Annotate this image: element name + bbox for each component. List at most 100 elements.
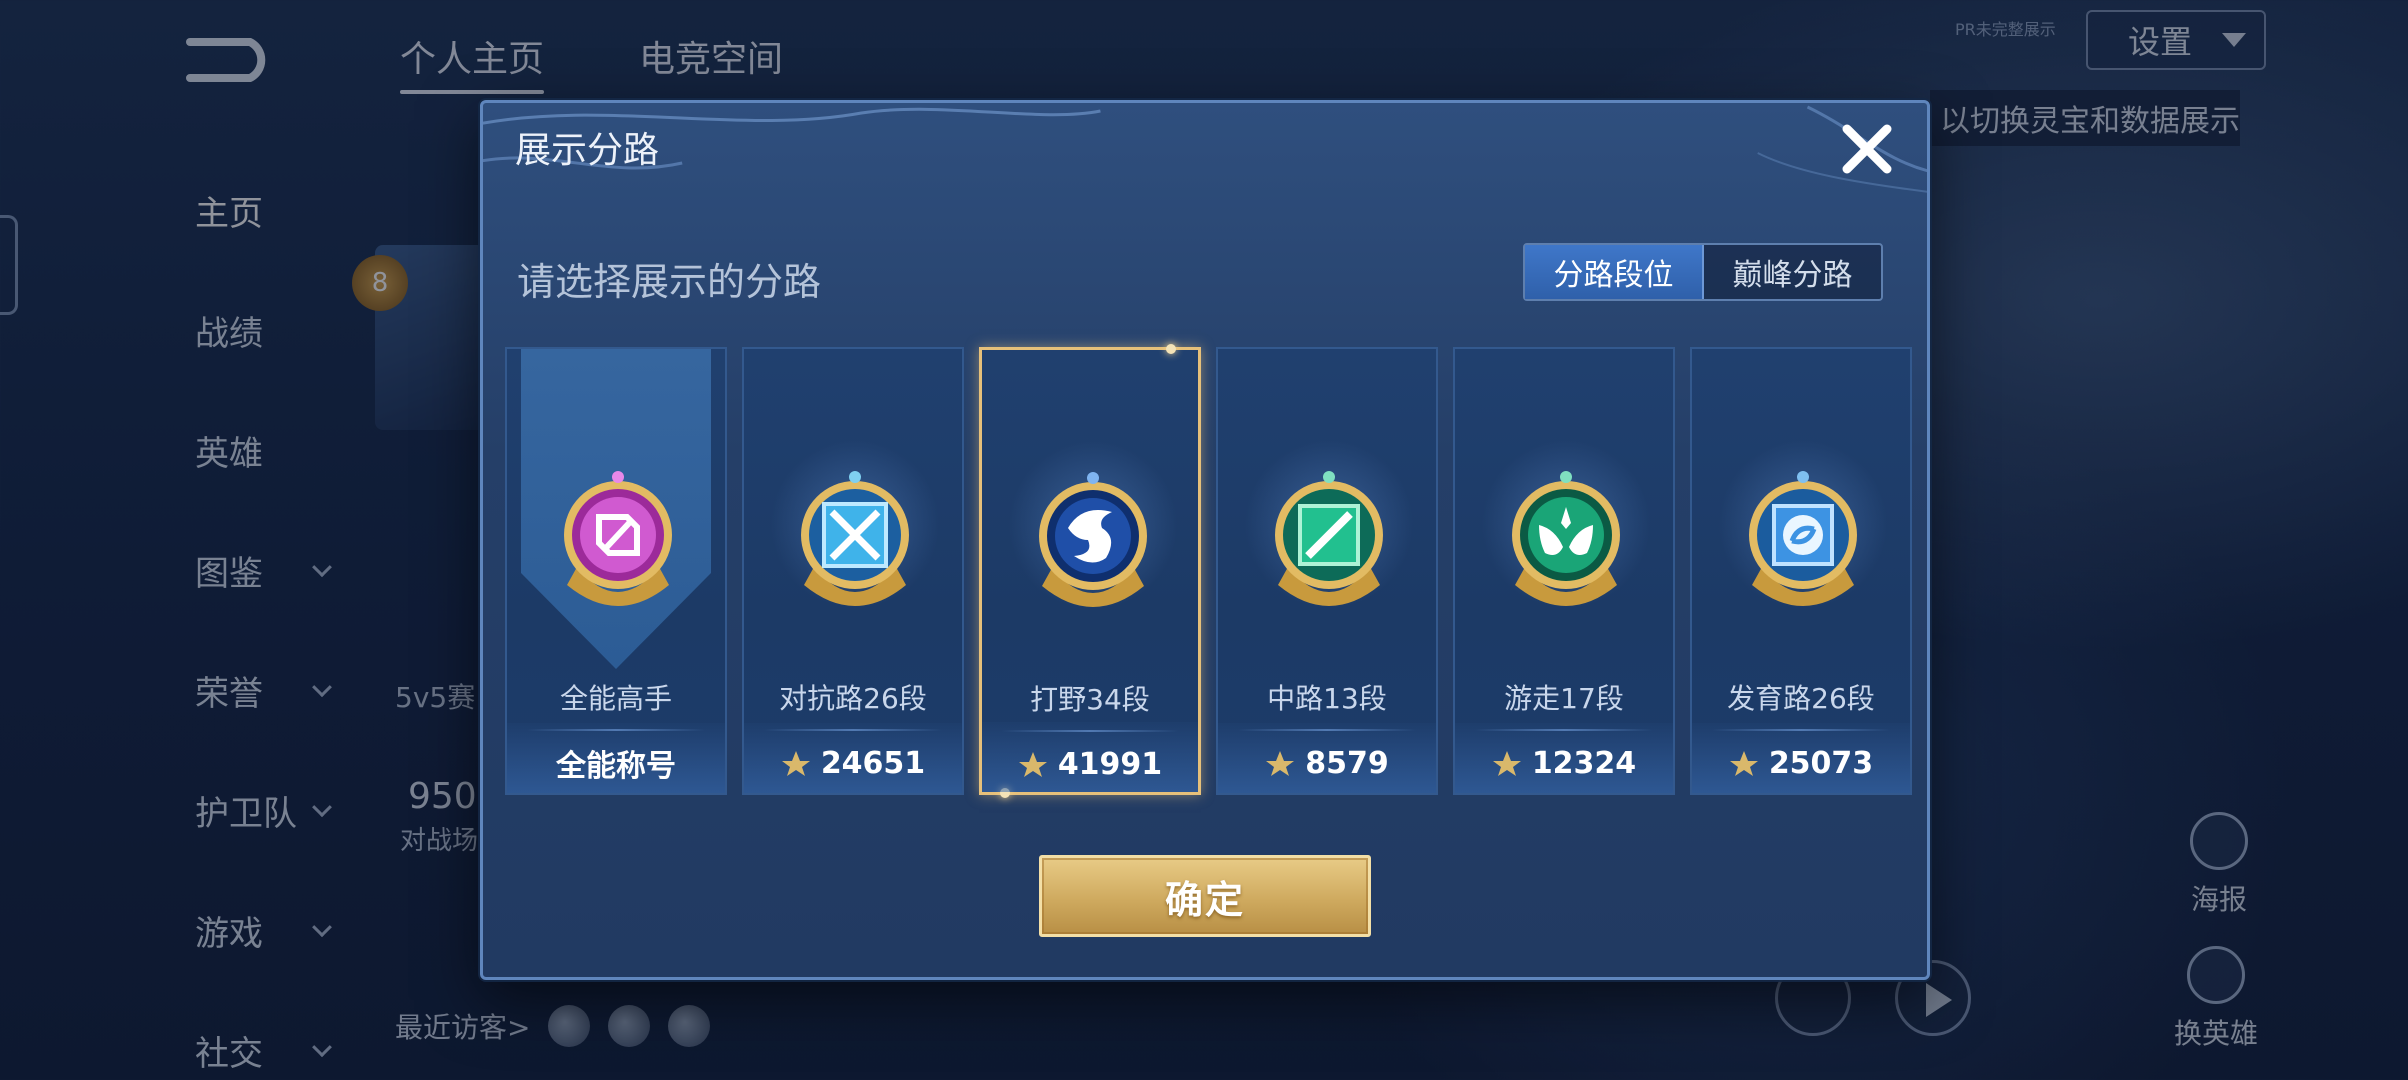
divider (527, 729, 705, 731)
lane-card-name: 发育路26段 (1727, 682, 1875, 715)
poster-icon (2190, 812, 2248, 870)
recent-visitors[interactable]: 最近访客> (395, 1005, 711, 1047)
top-tabs: 个人主页 电竞空间 (400, 30, 783, 94)
stat-number: 950 (408, 776, 477, 817)
sidebar-item-heroes[interactable]: 英雄 (110, 390, 350, 510)
divider (1712, 729, 1890, 731)
poster-button[interactable]: 海报 (2190, 812, 2248, 918)
divider (1002, 730, 1178, 732)
mid-lane-emblem-icon (1268, 467, 1390, 607)
lane-card-value: 41991 (982, 742, 1198, 786)
chevron-down-icon (312, 917, 332, 938)
lane-card-roam[interactable]: 游走17段 12324 (1453, 347, 1675, 795)
tab-esports[interactable]: 电竞空间 (639, 30, 783, 94)
rank-points-icon (1265, 749, 1295, 777)
tip-banner: 以切换灵宝和数据展示 (1930, 90, 2240, 146)
rank-points-icon (1018, 750, 1048, 778)
visitors-label: 最近访客> (395, 1011, 531, 1044)
tab-profile[interactable]: 个人主页 (400, 30, 544, 94)
farm-lane-emblem-icon (1742, 467, 1864, 607)
divider (1238, 729, 1416, 731)
lane-card-name: 打野34段 (1030, 683, 1150, 716)
sidebar-item-label: 游戏 (195, 913, 263, 954)
avatar[interactable] (608, 1005, 651, 1047)
sidebar-item-label: 主页 (195, 193, 263, 234)
lane-card-value: 25073 (1692, 741, 1910, 785)
dialog-header: 展示分路 (483, 103, 1927, 193)
sidebar-item-codex[interactable]: 图鉴 (110, 510, 350, 630)
toggle-lane-rank[interactable]: 分路段位 (1525, 245, 1704, 299)
lane-card-list: 全能高手 全能称号 对抗路26段 24651 打野34段 41991 中路13段… (505, 344, 1913, 798)
stat-label: 对战场 (400, 826, 479, 856)
lane-card-jungle[interactable]: 打野34段 41991 (979, 344, 1201, 798)
confirm-button[interactable]: 确定 (1039, 855, 1371, 937)
lane-card-value: 24651 (744, 741, 962, 785)
lane-card-name: 游走17段 (1504, 682, 1624, 715)
sidebar: 主页 战绩 英雄 图鉴 荣誉 护卫队 游戏 社交 (110, 150, 350, 1080)
lane-display-dialog: 展示分路 请选择展示的分路 分路段位 巅峰分路 全能高手 全能称号 对抗路26段… (480, 100, 1930, 980)
roam-emblem-icon (1505, 467, 1627, 607)
sidebar-item-label: 社交 (195, 1033, 263, 1074)
all-round-emblem-icon (557, 467, 679, 607)
lane-card-value: 8579 (1218, 741, 1436, 785)
sidebar-item-guard[interactable]: 护卫队 (110, 750, 350, 870)
lane-card-name: 对抗路26段 (779, 682, 927, 715)
divider (1475, 729, 1653, 731)
rank-points-icon (781, 749, 811, 777)
level-badge: 8 (352, 255, 408, 311)
lane-card-value: 全能称号 (507, 741, 725, 785)
lane-card-clash[interactable]: 对抗路26段 24651 (742, 347, 964, 795)
highlight-dot (1000, 788, 1010, 798)
change-hero-button[interactable]: 换英雄 (2174, 946, 2258, 1052)
lane-card-name: 全能高手 (559, 682, 672, 715)
settings-label: 设置 (2128, 23, 2193, 61)
lane-card-farm[interactable]: 发育路26段 25073 (1690, 347, 1912, 795)
sidebar-item-label: 护卫队 (195, 793, 297, 834)
sidebar-item-label: 图鉴 (195, 553, 263, 594)
poster-label: 海报 (2190, 883, 2247, 916)
sidebar-item-label: 战绩 (195, 313, 263, 354)
sidebar-item-honor[interactable]: 荣誉 (110, 630, 350, 750)
hint-text: PR未完整展示 (1955, 20, 2056, 39)
dialog-subtitle: 请选择展示的分路 (517, 260, 822, 304)
lane-card-name: 中路13段 (1267, 682, 1387, 715)
hero-icon (2187, 946, 2245, 1004)
toggle-peak-lane[interactable]: 巅峰分路 (1704, 245, 1881, 299)
clash-lane-emblem-icon (794, 467, 916, 607)
change-hero-label: 换英雄 (2174, 1017, 2259, 1050)
highlight-dot (1166, 344, 1176, 354)
back-icon[interactable] (180, 36, 284, 84)
rank-points-icon (1729, 749, 1759, 777)
rank-points: 8579 (1305, 745, 1389, 781)
rank-points: 12324 (1531, 745, 1637, 781)
sidebar-item-label: 荣誉 (195, 673, 263, 714)
lane-card-all-round[interactable]: 全能高手 全能称号 (505, 347, 727, 795)
sidebar-item-home[interactable]: 主页 (110, 150, 350, 270)
divider (764, 729, 942, 731)
avatar[interactable] (668, 1005, 711, 1047)
rank-points-icon (1492, 749, 1522, 777)
lane-mode-toggle: 分路段位 巅峰分路 (1523, 243, 1883, 301)
sidebar-item-games[interactable]: 游戏 (110, 870, 350, 990)
close-icon[interactable] (1839, 121, 1895, 177)
chevron-down-icon (312, 677, 332, 698)
lane-card-title: 全能称号 (556, 749, 676, 784)
chevron-down-icon (312, 557, 332, 578)
settings-dropdown[interactable]: 设置 (2086, 10, 2266, 70)
avatar[interactable] (548, 1005, 591, 1047)
chevron-down-icon (312, 1037, 332, 1058)
sidebar-item-label: 英雄 (195, 433, 263, 474)
rank-points: 24651 (820, 745, 926, 781)
lane-card-mid[interactable]: 中路13段 8579 (1216, 347, 1438, 795)
side-drawer-handle[interactable] (0, 215, 18, 315)
dialog-title: 展示分路 (515, 129, 660, 170)
mode-label: 5v5赛 (395, 681, 476, 714)
jungle-emblem-icon (1032, 468, 1154, 608)
chevron-down-icon (312, 797, 332, 818)
chevron-down-icon (2222, 33, 2247, 47)
rank-points: 41991 (1057, 746, 1163, 782)
sidebar-item-record[interactable]: 战绩 (110, 270, 350, 390)
sidebar-item-social[interactable]: 社交 (110, 990, 350, 1080)
rank-points: 25073 (1768, 745, 1874, 781)
lane-card-value: 12324 (1455, 741, 1673, 785)
